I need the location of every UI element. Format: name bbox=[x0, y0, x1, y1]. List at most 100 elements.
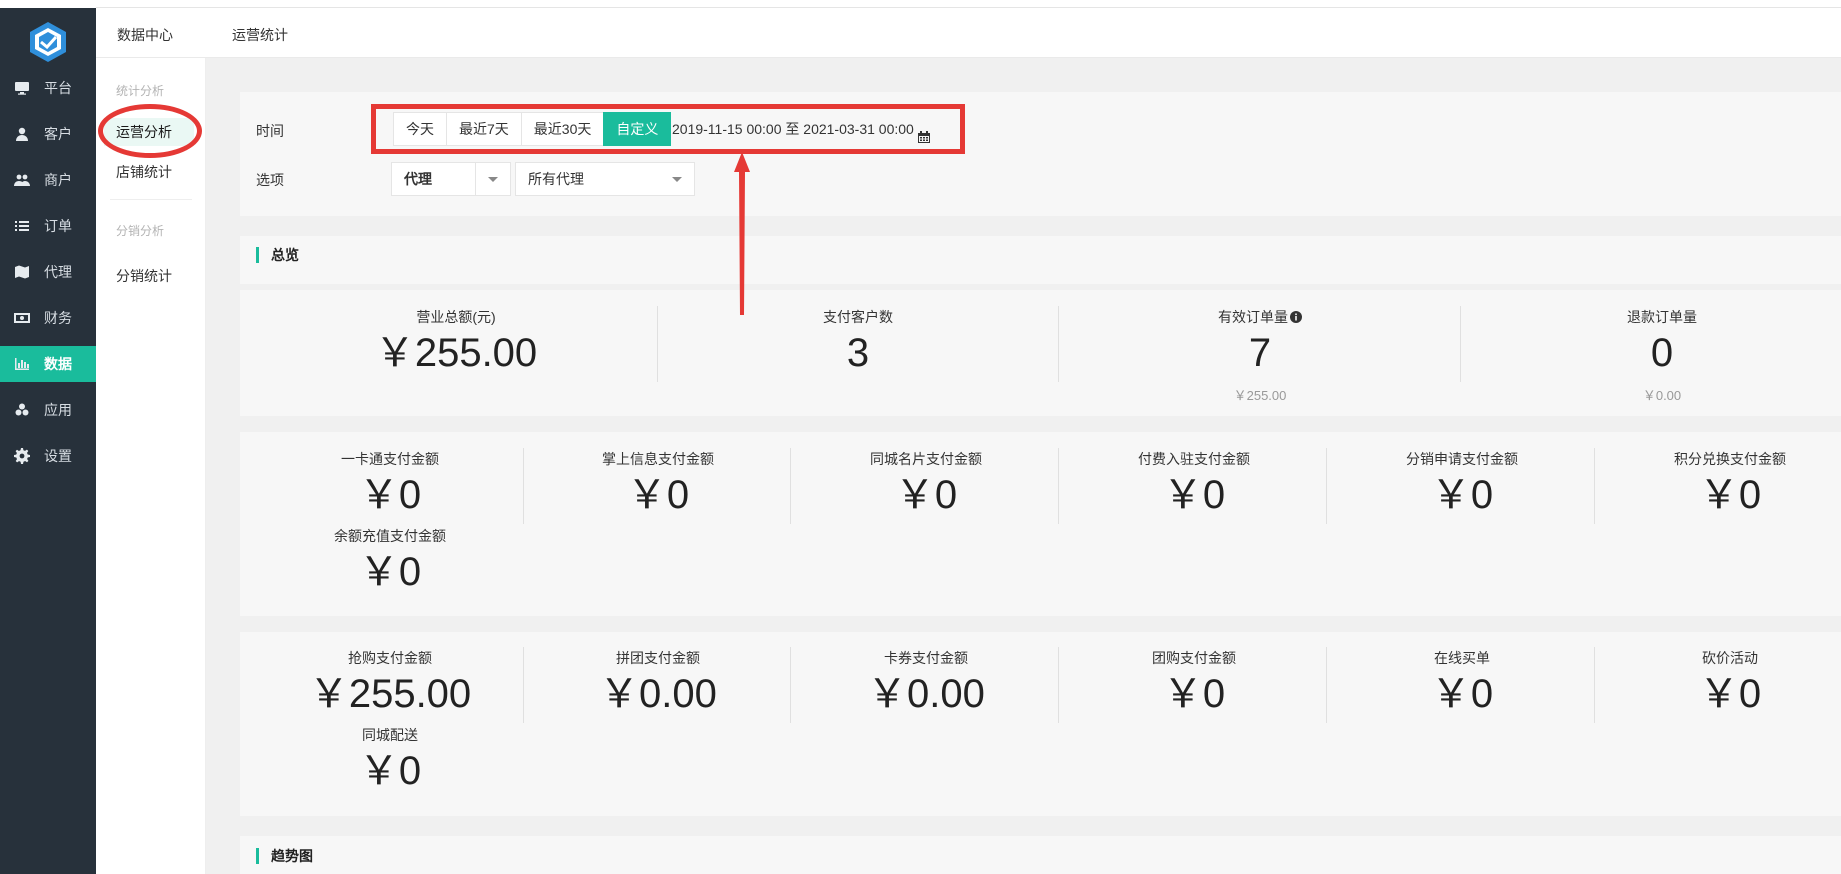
map-icon bbox=[14, 264, 30, 280]
info-icon[interactable] bbox=[1290, 310, 1302, 323]
time-range-buttons: 今天 最近7天 最近30天 自定义 bbox=[393, 112, 672, 146]
today-button[interactable]: 今天 bbox=[393, 112, 447, 146]
date-range-text: 2019-11-15 00:00 至 2021-03-31 00:00 bbox=[672, 121, 914, 137]
stat-label: 掌上信息支付金额 bbox=[602, 451, 714, 467]
calendar-icon[interactable] bbox=[917, 122, 931, 143]
stat-balance-recharge-payment: 余额充值支付金额 ￥0 bbox=[290, 526, 490, 596]
select-separator bbox=[475, 163, 476, 195]
stat-coupon-payment: 卡券支付金额 ￥0.00 bbox=[826, 648, 1026, 718]
nav-item-label: 平台 bbox=[44, 80, 72, 96]
stat-divider bbox=[1594, 647, 1595, 723]
nav-item-settings[interactable]: 设置 bbox=[0, 438, 96, 474]
stat-bargain-activity: 砍价活动 ￥0 bbox=[1630, 648, 1830, 718]
stat-label: 在线买单 bbox=[1434, 650, 1490, 666]
overview-header bbox=[240, 236, 1841, 284]
agent-select[interactable]: 所有代理 bbox=[515, 162, 695, 196]
stat-value: ￥0 bbox=[626, 473, 690, 517]
stat-value: 0 bbox=[1650, 331, 1674, 375]
overview-title: 总览 bbox=[256, 247, 299, 263]
stat-value: ￥0.00 bbox=[599, 672, 717, 716]
stat-sub-value: ￥0.00 bbox=[1642, 388, 1682, 403]
time-label: 时间 bbox=[256, 123, 284, 139]
stat-valid-orders: 有效订单量 7 ￥255.00 bbox=[1110, 307, 1410, 404]
stat-label: 营业总额(元) bbox=[416, 309, 496, 325]
stat-sub-value: ￥255.00 bbox=[1233, 388, 1287, 403]
users-icon bbox=[14, 172, 30, 188]
stat-distribution-apply-payment: 分销申请支付金额 ￥0 bbox=[1362, 449, 1562, 519]
stat-group-buy-payment: 拼团支付金额 ￥0.00 bbox=[558, 648, 758, 718]
top-strip bbox=[96, 0, 1841, 8]
nav-item-platform[interactable]: 平台 bbox=[0, 70, 96, 106]
stat-divider bbox=[790, 647, 791, 723]
nav-item-agents[interactable]: 代理 bbox=[0, 254, 96, 290]
stat-divider bbox=[1058, 448, 1059, 524]
stat-label: 积分兑换支付金额 bbox=[1674, 451, 1786, 467]
stat-divider bbox=[1326, 647, 1327, 723]
submenu-divider bbox=[110, 199, 192, 200]
chevron-down-icon bbox=[672, 176, 682, 182]
submenu-item-shop[interactable]: 店铺统计 bbox=[116, 162, 172, 182]
nav-item-label: 数据 bbox=[44, 356, 72, 372]
stat-label: 退款订单量 bbox=[1627, 309, 1697, 325]
top-bar: 数据中心 运营统计 bbox=[96, 8, 1841, 58]
breadcrumb-operations[interactable]: 运营统计 bbox=[232, 25, 288, 45]
option-label: 选项 bbox=[256, 172, 284, 188]
stat-value: ￥0 bbox=[1162, 473, 1226, 517]
stat-label: 同城配送 bbox=[362, 727, 418, 743]
stat-divider bbox=[1594, 448, 1595, 524]
stat-divider bbox=[1058, 306, 1059, 382]
gear-icon bbox=[14, 448, 30, 464]
stat-paying-customers: 支付客户数 3 bbox=[708, 307, 1008, 377]
user-icon bbox=[14, 126, 30, 142]
stat-value: 3 bbox=[846, 331, 870, 375]
stat-value: ￥0 bbox=[1698, 473, 1762, 517]
nav-item-label: 客户 bbox=[44, 126, 72, 142]
stat-label: 余额充值支付金额 bbox=[334, 528, 446, 544]
submenu-item-operations[interactable]: 运营分析 bbox=[104, 118, 194, 146]
stat-value: ￥0 bbox=[358, 749, 422, 793]
bar-chart-icon bbox=[14, 356, 30, 372]
stat-points-exchange-payment: 积分兑换支付金额 ￥0 bbox=[1630, 449, 1830, 519]
nav-item-finance[interactable]: 财务 bbox=[0, 300, 96, 336]
stat-label-text: 有效订单量 bbox=[1218, 309, 1288, 325]
stat-divider bbox=[523, 448, 524, 524]
list-icon bbox=[14, 218, 30, 234]
nav-item-customers[interactable]: 客户 bbox=[0, 116, 96, 152]
nav-item-label: 设置 bbox=[44, 448, 72, 464]
nav-item-merchants[interactable]: 商户 bbox=[0, 162, 96, 198]
breadcrumb-data-center[interactable]: 数据中心 bbox=[117, 25, 173, 45]
stat-mobile-info-payment: 掌上信息支付金额 ￥0 bbox=[558, 449, 758, 519]
stat-team-buy-payment: 团购支付金额 ￥0 bbox=[1094, 648, 1294, 718]
stat-value: ￥0 bbox=[358, 473, 422, 517]
stat-card-payment: 一卡通支付金额 ￥0 bbox=[290, 449, 490, 519]
stat-divider bbox=[523, 647, 524, 723]
nav-item-data[interactable]: 数据 bbox=[0, 346, 96, 382]
secondary-menu: 统计分析 运营分析 店铺统计 分销分析 分销统计 bbox=[96, 58, 206, 874]
monitor-icon bbox=[14, 80, 30, 96]
stat-label: 支付客户数 bbox=[823, 309, 893, 325]
app-logo-icon[interactable] bbox=[26, 20, 70, 64]
stat-label: 拼团支付金额 bbox=[616, 650, 700, 666]
type-select[interactable]: 代理 bbox=[391, 162, 511, 196]
stat-value: ￥0.00 bbox=[867, 672, 985, 716]
stat-label: 砍价活动 bbox=[1702, 650, 1758, 666]
stat-label: 分销申请支付金额 bbox=[1406, 451, 1518, 467]
trend-title: 趋势图 bbox=[256, 848, 313, 864]
nav-item-label: 商户 bbox=[44, 172, 72, 188]
stat-divider bbox=[790, 448, 791, 524]
stat-divider bbox=[657, 306, 658, 382]
nav-item-apps[interactable]: 应用 bbox=[0, 392, 96, 428]
last-30-days-button[interactable]: 最近30天 bbox=[520, 112, 605, 146]
stat-value: ￥0 bbox=[1430, 473, 1494, 517]
date-range-picker[interactable]: 2019-11-15 00:00 至 2021-03-31 00:00 bbox=[672, 112, 931, 146]
stat-business-card-payment: 同城名片支付金额 ￥0 bbox=[826, 449, 1026, 519]
submenu-group-statistics: 统计分析 bbox=[116, 84, 165, 98]
last-7-days-button[interactable]: 最近7天 bbox=[446, 112, 522, 146]
submenu-item-distribution[interactable]: 分销统计 bbox=[116, 266, 172, 286]
stat-divider bbox=[1058, 647, 1059, 723]
nav-item-orders[interactable]: 订单 bbox=[0, 208, 96, 244]
custom-range-button[interactable]: 自定义 bbox=[603, 112, 672, 146]
stat-label: 卡券支付金额 bbox=[884, 650, 968, 666]
stat-label: 团购支付金额 bbox=[1152, 650, 1236, 666]
stat-refund-orders: 退款订单量 0 ￥0.00 bbox=[1512, 307, 1812, 404]
